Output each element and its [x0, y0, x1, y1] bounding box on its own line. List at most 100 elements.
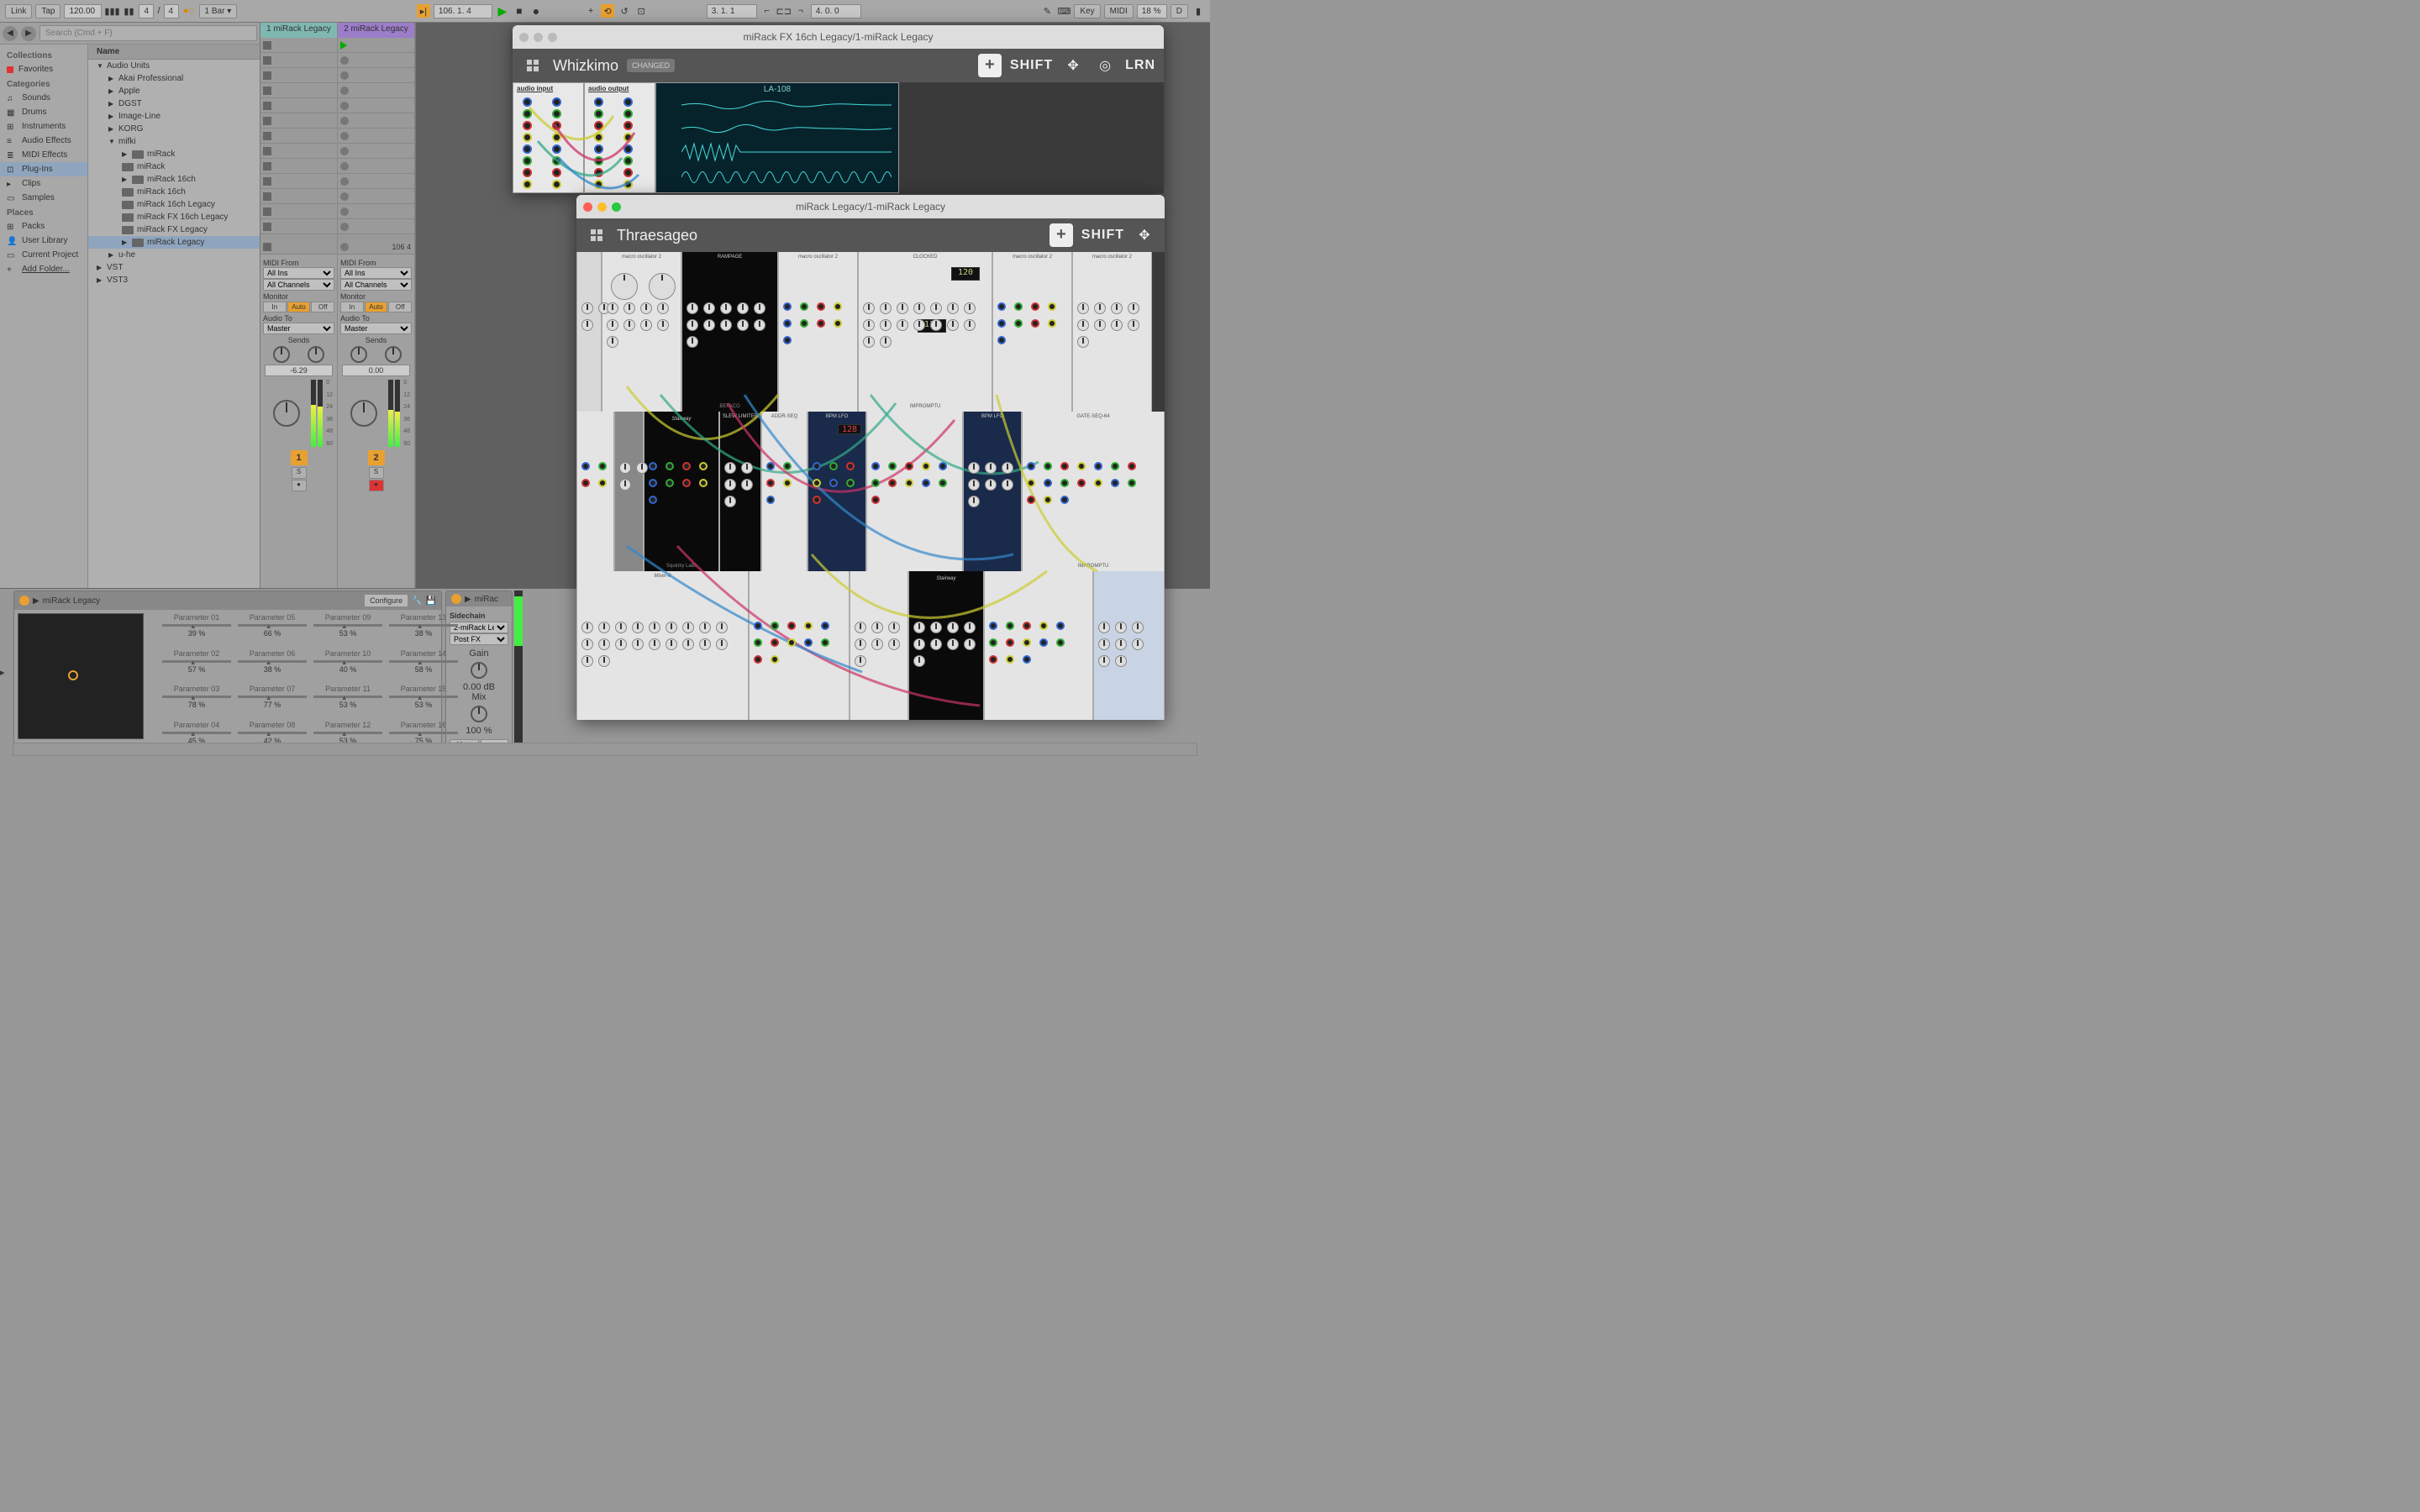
knob[interactable]: [964, 319, 976, 331]
knob[interactable]: [607, 319, 618, 331]
jack[interactable]: [1060, 462, 1069, 470]
knob[interactable]: [1077, 319, 1089, 331]
knob[interactable]: [1132, 638, 1144, 650]
audio-jack[interactable]: [552, 180, 561, 189]
jack[interactable]: [682, 479, 691, 487]
knob[interactable]: [598, 622, 610, 633]
parameter-control[interactable]: Parameter 03 78 %: [162, 685, 231, 719]
audio-jack[interactable]: [523, 168, 532, 177]
knob[interactable]: [632, 638, 644, 650]
tree-vst3[interactable]: ▶VST3: [88, 274, 260, 286]
nudge-down-icon[interactable]: ▮▮▮: [105, 4, 118, 18]
clip-slot[interactable]: [338, 174, 414, 189]
knob[interactable]: [1094, 302, 1106, 314]
jack[interactable]: [771, 638, 779, 647]
knob[interactable]: [657, 319, 669, 331]
jack[interactable]: [939, 462, 947, 470]
jack[interactable]: [1056, 622, 1065, 630]
audio-jack[interactable]: [594, 168, 603, 177]
jack[interactable]: [939, 479, 947, 487]
jack[interactable]: [1006, 622, 1014, 630]
knob[interactable]: [964, 622, 976, 633]
knob[interactable]: [947, 622, 959, 633]
jack[interactable]: [800, 319, 808, 328]
knob[interactable]: [741, 479, 753, 491]
capture-icon[interactable]: ⊡: [634, 4, 648, 18]
clip-slot[interactable]: [338, 219, 414, 234]
audio-jack[interactable]: [523, 109, 532, 118]
clip-slot[interactable]: [260, 204, 337, 219]
parameter-control[interactable]: Parameter 02 57 %: [162, 649, 231, 684]
place-current-project[interactable]: ▭Current Project: [0, 248, 87, 262]
knob[interactable]: [964, 638, 976, 650]
knob[interactable]: [581, 638, 593, 650]
window-minimize-icon[interactable]: [534, 33, 543, 42]
clip-slot[interactable]: [338, 53, 414, 68]
knob[interactable]: [913, 302, 925, 314]
jack[interactable]: [997, 319, 1006, 328]
jack[interactable]: [1060, 496, 1069, 504]
jack[interactable]: [804, 622, 813, 630]
tree-mirack-0[interactable]: ▶miRack: [88, 148, 260, 160]
module-macro-osc-1[interactable]: macro oscillator 2: [602, 252, 681, 412]
audio-jack[interactable]: [552, 168, 561, 177]
jack[interactable]: [666, 462, 674, 470]
favorites-item[interactable]: Favorites: [0, 62, 87, 76]
automation-arm-icon[interactable]: ⟲: [601, 4, 614, 18]
jack[interactable]: [1031, 302, 1039, 311]
category-instruments[interactable]: ⊞Instruments: [0, 119, 87, 134]
knob[interactable]: [1002, 479, 1013, 491]
knob[interactable]: [968, 496, 980, 507]
knob[interactable]: [632, 622, 644, 633]
knob[interactable]: [930, 622, 942, 633]
clip-slot[interactable]: [260, 68, 337, 83]
jack[interactable]: [813, 496, 821, 504]
audio-jack[interactable]: [552, 133, 561, 142]
clip-slot[interactable]: [338, 129, 414, 144]
category-audio-effects[interactable]: ≡Audio Effects: [0, 134, 87, 148]
search-input[interactable]: [39, 25, 257, 41]
knob[interactable]: [968, 479, 980, 491]
clip-slot[interactable]: [260, 38, 337, 53]
knob[interactable]: [640, 302, 652, 314]
jack[interactable]: [1128, 462, 1136, 470]
jack[interactable]: [804, 638, 813, 647]
send-a-knob[interactable]: [273, 346, 290, 363]
param-slider[interactable]: [162, 732, 231, 734]
jack[interactable]: [1044, 462, 1052, 470]
parameter-control[interactable]: Parameter 06 38 %: [238, 649, 307, 684]
play-button[interactable]: ▶: [496, 4, 509, 18]
module-rampage[interactable]: RAMPAGE BEFACO: [681, 252, 778, 412]
knob[interactable]: [947, 638, 959, 650]
jack[interactable]: [846, 462, 855, 470]
punch-in-icon[interactable]: ⌐: [760, 4, 774, 18]
loop-length[interactable]: 4. 0. 0: [811, 4, 861, 18]
midi-from-select[interactable]: All Ins: [340, 267, 412, 279]
module-macro-osc-4[interactable]: macro oscillator 2: [1072, 252, 1152, 412]
jack[interactable]: [989, 655, 997, 664]
clip-slot[interactable]: [338, 83, 414, 98]
category-clips[interactable]: ▸Clips: [0, 176, 87, 191]
jack[interactable]: [754, 622, 762, 630]
audio-jack[interactable]: [523, 180, 532, 189]
knob[interactable]: [615, 638, 627, 650]
clip-slot[interactable]: [338, 68, 414, 83]
audio-jack[interactable]: [594, 156, 603, 165]
jack[interactable]: [783, 479, 792, 487]
audio-jack[interactable]: [623, 180, 633, 189]
device-expand-icon[interactable]: ▶: [33, 596, 39, 606]
jack[interactable]: [1077, 462, 1086, 470]
knob[interactable]: [640, 319, 652, 331]
solo-button[interactable]: S: [292, 467, 307, 479]
jack[interactable]: [1048, 319, 1056, 328]
knob[interactable]: [880, 302, 892, 314]
time-sig-numerator[interactable]: 4: [139, 4, 154, 18]
category-drums[interactable]: ▦Drums: [0, 105, 87, 119]
jack[interactable]: [888, 479, 897, 487]
patch-name[interactable]: Whizkimo: [553, 57, 618, 75]
knob[interactable]: [1098, 622, 1110, 633]
jack[interactable]: [1027, 479, 1035, 487]
frequency-knob[interactable]: [611, 273, 638, 300]
module-addr-seq[interactable]: ADDR-SEQ: [761, 412, 808, 571]
add-module-button[interactable]: +: [978, 54, 1002, 77]
